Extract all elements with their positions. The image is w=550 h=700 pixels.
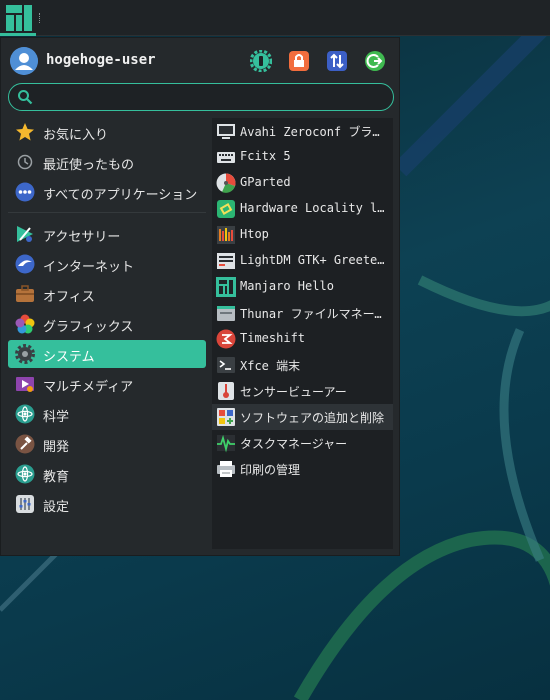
category-label: インターネット (43, 260, 135, 275)
top-panel (0, 0, 550, 36)
timeshift-icon (216, 329, 236, 349)
app-label: Thunar ファイルマネージャー (240, 307, 390, 321)
app-label: GParted (240, 175, 291, 189)
category-education[interactable]: 教育 (8, 460, 206, 488)
lightdm-icon (217, 253, 235, 269)
multimedia-icon (16, 377, 34, 392)
category-label: 最近使ったもの (43, 158, 135, 173)
category-internet[interactable]: インターネット (8, 250, 206, 278)
avatar-icon (10, 47, 38, 75)
category-label: オフィス (43, 290, 95, 305)
active-indicator (0, 33, 36, 36)
category-label: 開発 (43, 440, 70, 455)
category-science[interactable]: 科学 (8, 400, 206, 428)
app-label: 印刷の管理 (240, 463, 301, 477)
manjaro-menu-icon[interactable] (4, 3, 34, 33)
printer-icon (217, 461, 235, 477)
development-icon (15, 434, 35, 454)
hwloc-icon (217, 200, 235, 218)
app-gparted[interactable]: GParted (212, 170, 393, 196)
category-all-apps[interactable]: すべてのアプリケーション (8, 178, 206, 206)
education-icon (15, 464, 35, 484)
category-development[interactable]: 開発 (8, 430, 206, 458)
app-label: Timeshift (240, 331, 306, 345)
switch-user-icon[interactable] (326, 50, 348, 72)
category-office[interactable]: オフィス (8, 280, 206, 308)
app-label: Hardware Locality lstopo (240, 201, 390, 215)
app-fcitx5[interactable]: Fcitx 5 (212, 144, 393, 170)
app-sensor-viewer[interactable]: センサービューアー (212, 378, 393, 404)
app-xfce-terminal[interactable]: Xfce 端末 (212, 352, 393, 378)
app-thunar[interactable]: Thunar ファイルマネージャー (212, 300, 393, 326)
category-label: アクセサリー (43, 230, 121, 245)
all-apps-icon (15, 182, 35, 202)
gparted-icon (216, 173, 236, 193)
app-label: センサービューアー (240, 385, 347, 399)
manjaro-icon (216, 277, 236, 297)
star-icon (16, 123, 34, 141)
application-menu: hogehoge-user お気に入り 最近使ったもの すべてのアプリケーション… (0, 37, 400, 556)
category-label: グラフィックス (43, 320, 134, 335)
category-accessories[interactable]: アクセサリー (8, 220, 206, 248)
accessories-icon (17, 226, 33, 242)
category-system[interactable]: システム (8, 340, 206, 368)
system-icon (15, 344, 35, 364)
app-add-remove-software[interactable]: ソフトウェアの追加と削除 (212, 404, 393, 430)
app-label: Avahi Zeroconf ブラウザー (240, 125, 390, 139)
app-print-manager[interactable]: 印刷の管理 (212, 456, 393, 482)
search-input[interactable] (39, 87, 379, 107)
lock-icon[interactable] (288, 50, 310, 72)
username: hogehoge-user (46, 52, 156, 68)
app-label: Manjaro Hello (240, 279, 334, 293)
avahi-icon (217, 124, 235, 139)
category-favorites[interactable]: お気に入り (8, 118, 206, 146)
clock-icon (17, 154, 33, 170)
category-label: システム (43, 350, 95, 365)
app-manjaro-hello[interactable]: Manjaro Hello (212, 274, 393, 300)
category-label: お気に入り (43, 128, 109, 143)
search-box[interactable] (8, 83, 394, 111)
app-timeshift[interactable]: Timeshift (212, 326, 393, 352)
category-settings[interactable]: 設定 (8, 490, 206, 518)
category-label: すべてのアプリケーション (43, 188, 198, 203)
category-separator (8, 212, 206, 213)
logout-icon[interactable] (364, 50, 386, 72)
app-label: Xfce 端末 (240, 359, 301, 373)
office-icon (16, 285, 34, 302)
category-list: お気に入り 最近使ったもの すべてのアプリケーション アクセサリー インターネッ… (8, 118, 206, 520)
internet-icon (15, 254, 35, 274)
htop-icon (217, 226, 235, 244)
application-list: Avahi Zeroconf ブラウザー Fcitx 5 GParted (212, 118, 393, 549)
app-label: LightDM GTK+ Greeter settings (240, 253, 390, 267)
graphics-icon (15, 314, 35, 334)
settings-category-icon (16, 495, 34, 513)
app-hwloc[interactable]: Hardware Locality lstopo (212, 196, 393, 222)
panel-drag-handle[interactable] (39, 13, 42, 23)
app-label: ソフトウェアの追加と削除 (240, 411, 385, 425)
app-htop[interactable]: Htop (212, 222, 393, 248)
settings-icon[interactable] (250, 50, 272, 72)
sensor-icon (218, 382, 234, 400)
science-icon (15, 404, 35, 424)
category-multimedia[interactable]: マルチメディア (8, 370, 206, 398)
app-label: Htop (240, 227, 269, 241)
app-label: Fcitx 5 (240, 149, 291, 163)
category-label: 設定 (43, 500, 70, 515)
category-graphics[interactable]: グラフィックス (8, 310, 206, 338)
app-label: タスクマネージャー (240, 437, 348, 451)
keyboard-icon (217, 152, 235, 163)
thunar-icon (217, 306, 235, 321)
category-label: マルチメディア (43, 380, 134, 395)
task-manager-icon (217, 434, 235, 453)
software-icon (217, 408, 235, 426)
terminal-icon (217, 357, 235, 373)
user-header: hogehoge-user (1, 38, 401, 82)
app-task-manager[interactable]: タスクマネージャー (212, 430, 393, 456)
app-avahi[interactable]: Avahi Zeroconf ブラウザー (212, 118, 393, 144)
category-label: 科学 (43, 410, 70, 425)
category-recent[interactable]: 最近使ったもの (8, 148, 206, 176)
category-label: 教育 (43, 470, 70, 485)
app-lightdm[interactable]: LightDM GTK+ Greeter settings (212, 248, 393, 274)
search-icon (18, 90, 33, 105)
